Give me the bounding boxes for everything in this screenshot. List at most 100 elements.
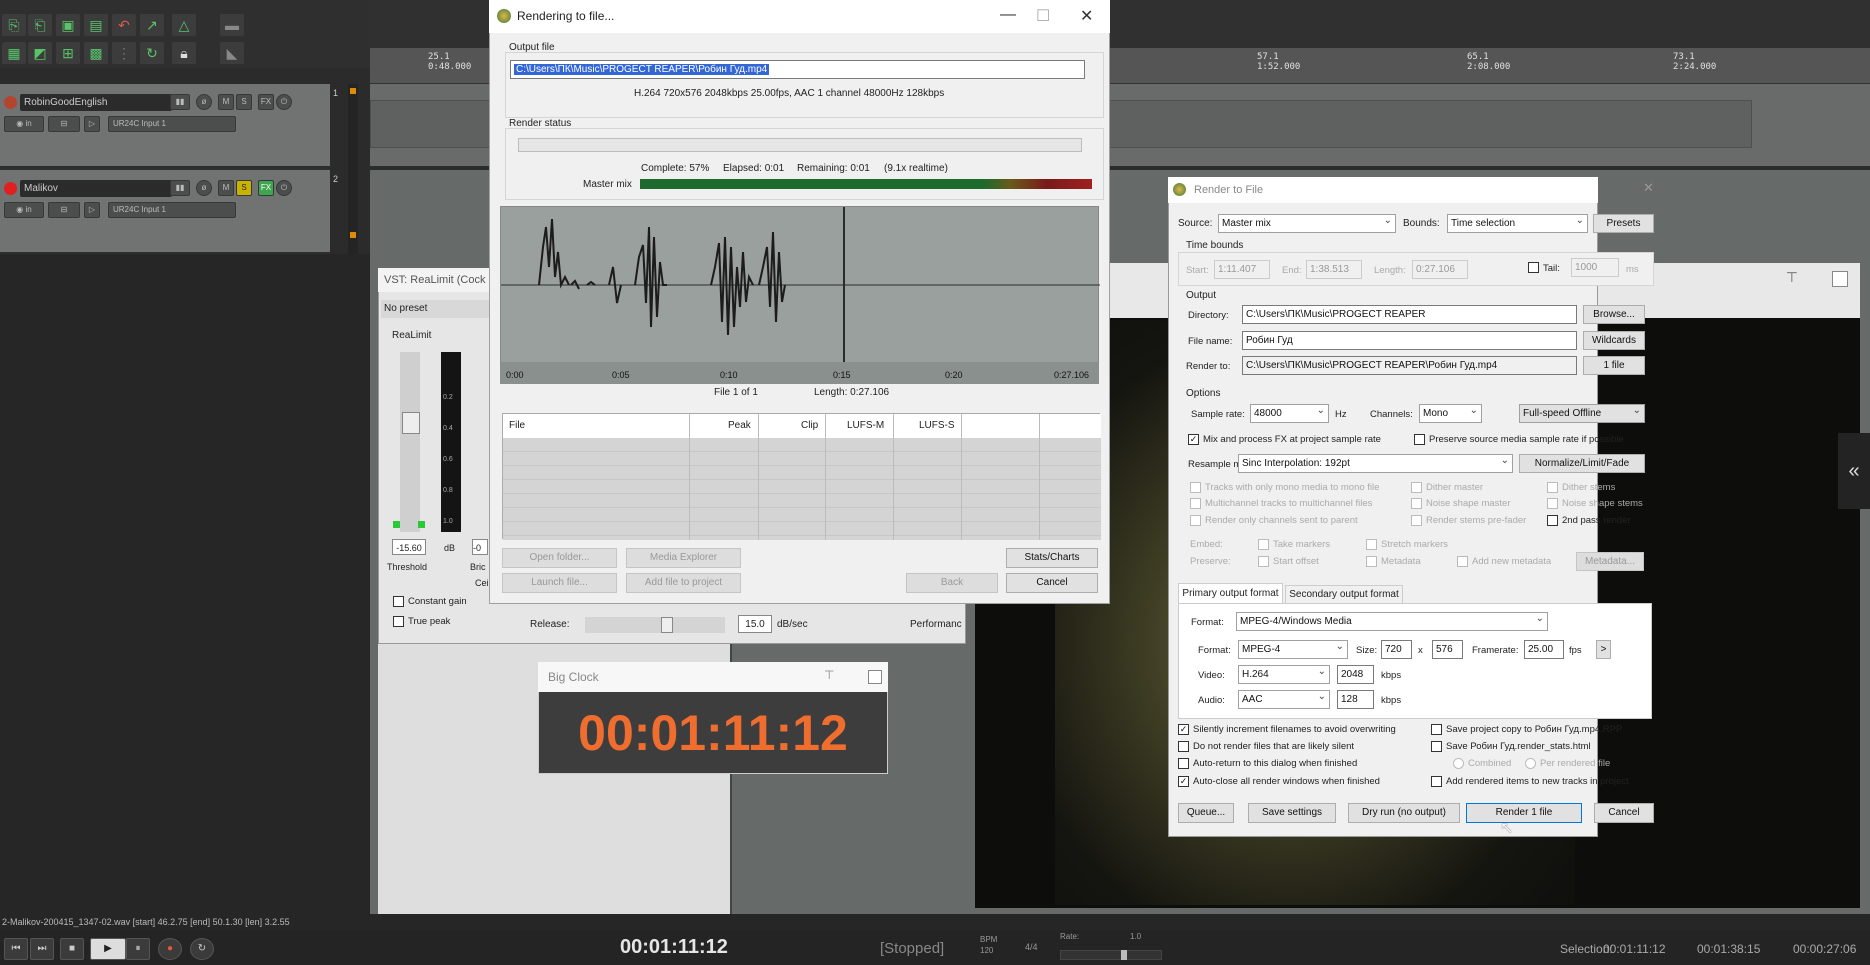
start-field[interactable]: 1:11.407 xyxy=(1214,260,1270,279)
metadata-checkbox[interactable] xyxy=(1366,556,1377,567)
stretch-markers-checkbox[interactable] xyxy=(1366,539,1377,550)
sample-rate-select[interactable]: 48000 xyxy=(1250,404,1329,423)
solo-button[interactable]: S xyxy=(236,180,252,196)
sub-format-select[interactable]: MPEG-4 xyxy=(1238,640,1348,659)
dialog-close-icon[interactable]: ✕ xyxy=(1643,180,1654,196)
silently-increment-checkbox[interactable]: ✓ xyxy=(1178,724,1189,735)
input-mode-icon[interactable]: ⊟ xyxy=(48,202,80,218)
take-markers-checkbox[interactable] xyxy=(1258,539,1269,550)
maximize-icon[interactable]: ☐ xyxy=(1036,6,1050,26)
tab-secondary-format[interactable]: Secondary output format xyxy=(1285,585,1403,603)
add-rendered-checkbox[interactable] xyxy=(1431,776,1442,787)
save-stats-checkbox[interactable] xyxy=(1431,741,1442,752)
save-project-icon[interactable]: ▣ xyxy=(56,14,80,36)
source-select[interactable]: Master mix xyxy=(1218,214,1396,233)
noise-stems-checkbox[interactable] xyxy=(1547,498,1558,509)
selection-start[interactable]: 00:01:11:12 xyxy=(1603,942,1666,956)
speed-select[interactable]: Full-speed Offline xyxy=(1519,404,1645,423)
big-clock-title[interactable]: Big Clock xyxy=(538,662,888,692)
rate-slider[interactable] xyxy=(1060,950,1162,960)
input-monitor-icon[interactable]: ◉ in xyxy=(4,202,44,218)
close-icon[interactable]: ✕ xyxy=(1080,6,1093,26)
pause-icon[interactable]: ⏸ xyxy=(126,938,150,960)
stats-charts-button[interactable]: Stats/Charts xyxy=(1006,548,1098,568)
undo-icon[interactable]: ↶ xyxy=(112,14,136,36)
noise-master-checkbox[interactable] xyxy=(1411,498,1422,509)
file-count-button[interactable]: 1 file xyxy=(1583,356,1645,375)
preserve-sr-checkbox[interactable] xyxy=(1414,434,1425,445)
repeat-icon[interactable]: ↻ xyxy=(190,938,214,960)
sent-parent-checkbox[interactable] xyxy=(1190,515,1201,526)
add-to-project-button[interactable]: Add file to project xyxy=(626,573,741,593)
output-path-field[interactable]: C:\Users\ПК\Music\PROGECT REAPER\Робин Г… xyxy=(510,60,1085,79)
track-1[interactable]: RobinGoodEnglish ▮▮ ø M S FX ⏻ ◉ in ⊟ ▷ … xyxy=(0,84,338,167)
metadata-button[interactable]: Metadata... xyxy=(1576,552,1644,571)
record-arm-icon[interactable] xyxy=(4,96,17,109)
input-select[interactable]: UR24C Input 1 xyxy=(108,202,236,218)
release-slider[interactable] xyxy=(585,617,725,633)
open-project-icon[interactable]: ⎗ xyxy=(28,14,52,36)
ceiling-value[interactable]: -0 xyxy=(472,539,488,555)
track-name[interactable]: Malikov xyxy=(20,180,172,197)
column-header[interactable]: LUFS-M xyxy=(847,420,884,431)
per-rendered-radio[interactable] xyxy=(1525,758,1536,769)
true-peak-checkbox[interactable] xyxy=(393,616,404,627)
solo-button[interactable]: S xyxy=(236,94,252,110)
channels-select[interactable]: Mono xyxy=(1419,404,1482,423)
length-field[interactable]: 0:27.106 xyxy=(1412,260,1468,279)
selection-length[interactable]: 00:00:27:06 xyxy=(1793,942,1856,956)
tab-primary-format[interactable]: Primary output format xyxy=(1178,583,1283,603)
back-button[interactable]: Back xyxy=(906,573,998,593)
constant-gain-checkbox[interactable] xyxy=(393,596,404,607)
empty-track-area[interactable] xyxy=(0,254,370,914)
height-field[interactable]: 576 xyxy=(1432,640,1463,659)
metronome-icon[interactable]: △ xyxy=(172,14,196,36)
crossfade-icon[interactable]: ▩ xyxy=(84,42,108,64)
column-header[interactable]: LUFS-S xyxy=(919,420,955,431)
launch-file-button[interactable]: Launch file... xyxy=(502,573,617,593)
cursor-icon[interactable]: ◣ xyxy=(220,42,244,64)
audio-codec-select[interactable]: AAC xyxy=(1238,690,1330,709)
ripple-icon[interactable]: ▦ xyxy=(2,42,26,64)
fx-button[interactable]: FX xyxy=(258,94,274,110)
collapse-panel-icon[interactable]: « xyxy=(1838,433,1870,509)
input-mode-icon[interactable]: ⊟ xyxy=(48,116,80,132)
queue-button[interactable]: Queue... xyxy=(1178,803,1234,823)
format-select[interactable]: MPEG-4/Windows Media xyxy=(1236,612,1548,631)
pin-icon[interactable]: ⊤ xyxy=(824,668,834,682)
play-icon[interactable]: ▶ xyxy=(90,938,126,960)
directory-field[interactable]: C:\Users\ПК\Music\PROGECT REAPER xyxy=(1242,305,1577,324)
auto-return-checkbox[interactable] xyxy=(1178,758,1189,769)
bounds-select[interactable]: Time selection xyxy=(1447,214,1588,233)
video-codec-select[interactable]: H.264 xyxy=(1238,665,1330,684)
resample-select[interactable]: Sinc Interpolation: 192pt xyxy=(1238,454,1513,473)
auto-close-checkbox[interactable]: ✓ xyxy=(1178,776,1189,787)
open-folder-button[interactable]: Open folder... xyxy=(502,548,617,568)
fx-button[interactable]: FX xyxy=(258,180,274,196)
go-start-icon[interactable]: ⏮ xyxy=(4,938,28,960)
stop-icon[interactable]: ■ xyxy=(60,938,84,960)
phase-icon[interactable]: ø xyxy=(196,94,212,110)
project-settings-icon[interactable]: ▤ xyxy=(84,14,108,36)
record-arm-icon[interactable] xyxy=(4,182,17,195)
file-name-field[interactable]: Робин Гуд xyxy=(1242,331,1577,350)
audio-kbps-field[interactable]: 128 xyxy=(1337,690,1374,709)
go-end-icon[interactable]: ⏭ xyxy=(30,938,54,960)
dither-stems-checkbox[interactable] xyxy=(1547,482,1558,493)
rendering-title[interactable]: Rendering to file... xyxy=(489,0,1110,33)
bpm-display[interactable]: BPM 120 xyxy=(980,934,997,956)
cancel-button[interactable]: Cancel xyxy=(1006,573,1098,593)
loop-icon[interactable]: ↻ xyxy=(140,42,164,64)
maximize-icon[interactable] xyxy=(1832,271,1848,287)
second-pass-checkbox[interactable] xyxy=(1547,515,1558,526)
pin-icon[interactable]: ⊤ xyxy=(1786,269,1798,286)
presets-button[interactable]: Presets xyxy=(1593,214,1654,233)
start-offset-checkbox[interactable] xyxy=(1258,556,1269,567)
multichannel-checkbox[interactable] xyxy=(1190,498,1201,509)
wildcards-button[interactable]: Wildcards xyxy=(1583,331,1645,350)
dither-master-checkbox[interactable] xyxy=(1411,482,1422,493)
release-value[interactable]: 15.0 xyxy=(738,615,772,633)
transport-time[interactable]: 00:01:11:12 xyxy=(620,936,790,962)
width-field[interactable]: 720 xyxy=(1381,640,1412,659)
browse-button[interactable]: Browse... xyxy=(1583,305,1645,324)
